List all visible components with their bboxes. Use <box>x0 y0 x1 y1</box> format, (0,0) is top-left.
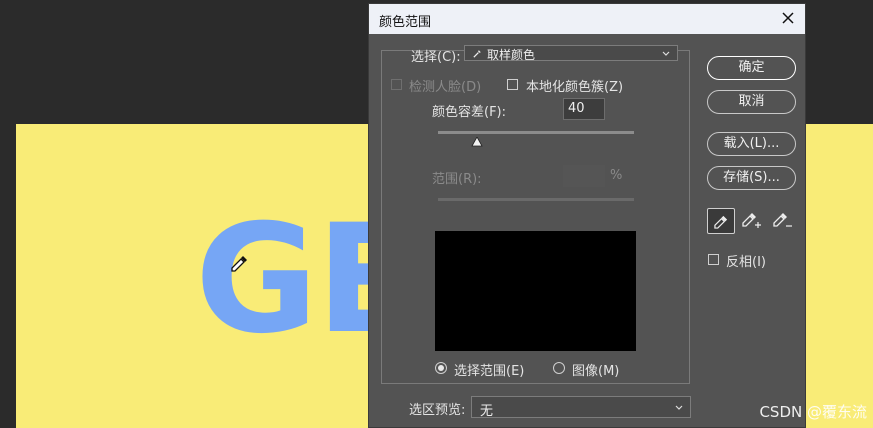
invert-label: 反相(I) <box>726 255 766 270</box>
fuzziness-slider-track[interactable] <box>438 131 634 134</box>
range-label: 范围(R): <box>432 172 482 187</box>
eyedropper-cursor-icon <box>231 256 247 272</box>
range-slider-track[interactable] <box>438 198 634 201</box>
color-range-dialog: 颜色范围 选择(C): 取样颜色 检测人脸(D) 本地化颜色簇(Z) 颜色容差(… <box>368 3 806 428</box>
save-button[interactable]: 存储(S)... <box>707 166 796 190</box>
select-label: 选择(C): <box>411 50 461 65</box>
load-button[interactable]: 载入(L)... <box>707 132 796 156</box>
chevron-down-icon <box>662 51 670 56</box>
detect-faces-label: 检测人脸(D) <box>409 80 482 95</box>
fuzziness-slider-thumb[interactable] <box>471 137 483 147</box>
fuzziness-label: 颜色容差(F): <box>432 105 507 120</box>
dialog-titlebar[interactable]: 颜色范围 <box>369 4 805 34</box>
selection-radio-label: 选择范围(E) <box>454 364 525 379</box>
selection-radio[interactable] <box>435 362 447 374</box>
close-icon[interactable] <box>777 7 799 29</box>
fuzziness-input[interactable]: 40 <box>563 98 605 120</box>
select-value: 取样颜色 <box>487 48 536 62</box>
selection-preview <box>435 231 636 351</box>
eyedropper-subtract-tool[interactable] <box>769 208 797 234</box>
range-unit: % <box>610 168 623 183</box>
ok-button[interactable]: 确定 <box>707 56 796 80</box>
eyedropper-icon <box>473 50 481 58</box>
eyedropper-minus-icon <box>773 213 792 227</box>
preview-value: 无 <box>480 404 494 419</box>
dialog-title: 颜色范围 <box>379 15 432 30</box>
eyedropper-tool[interactable] <box>707 208 735 234</box>
eyedropper-add-tool[interactable] <box>738 208 766 234</box>
localized-clusters-checkbox[interactable] <box>507 79 518 90</box>
cancel-button[interactable]: 取消 <box>707 90 796 114</box>
detect-faces-checkbox[interactable] <box>391 79 402 90</box>
localized-clusters-label: 本地化颜色簇(Z) <box>526 80 624 95</box>
invert-checkbox[interactable] <box>708 254 719 265</box>
select-dropdown[interactable]: 取样颜色 <box>464 45 678 62</box>
eyedropper-plus-icon <box>742 213 761 228</box>
image-radio[interactable] <box>553 362 565 374</box>
watermark: CSDN @覆东流 <box>759 403 867 421</box>
eyedropper-icon <box>714 215 728 229</box>
preview-label: 选区预览: <box>409 403 466 418</box>
image-radio-label: 图像(M) <box>572 364 620 379</box>
preview-dropdown[interactable]: 无 <box>471 396 691 419</box>
chevron-down-icon <box>675 405 683 410</box>
range-input[interactable] <box>563 165 605 187</box>
